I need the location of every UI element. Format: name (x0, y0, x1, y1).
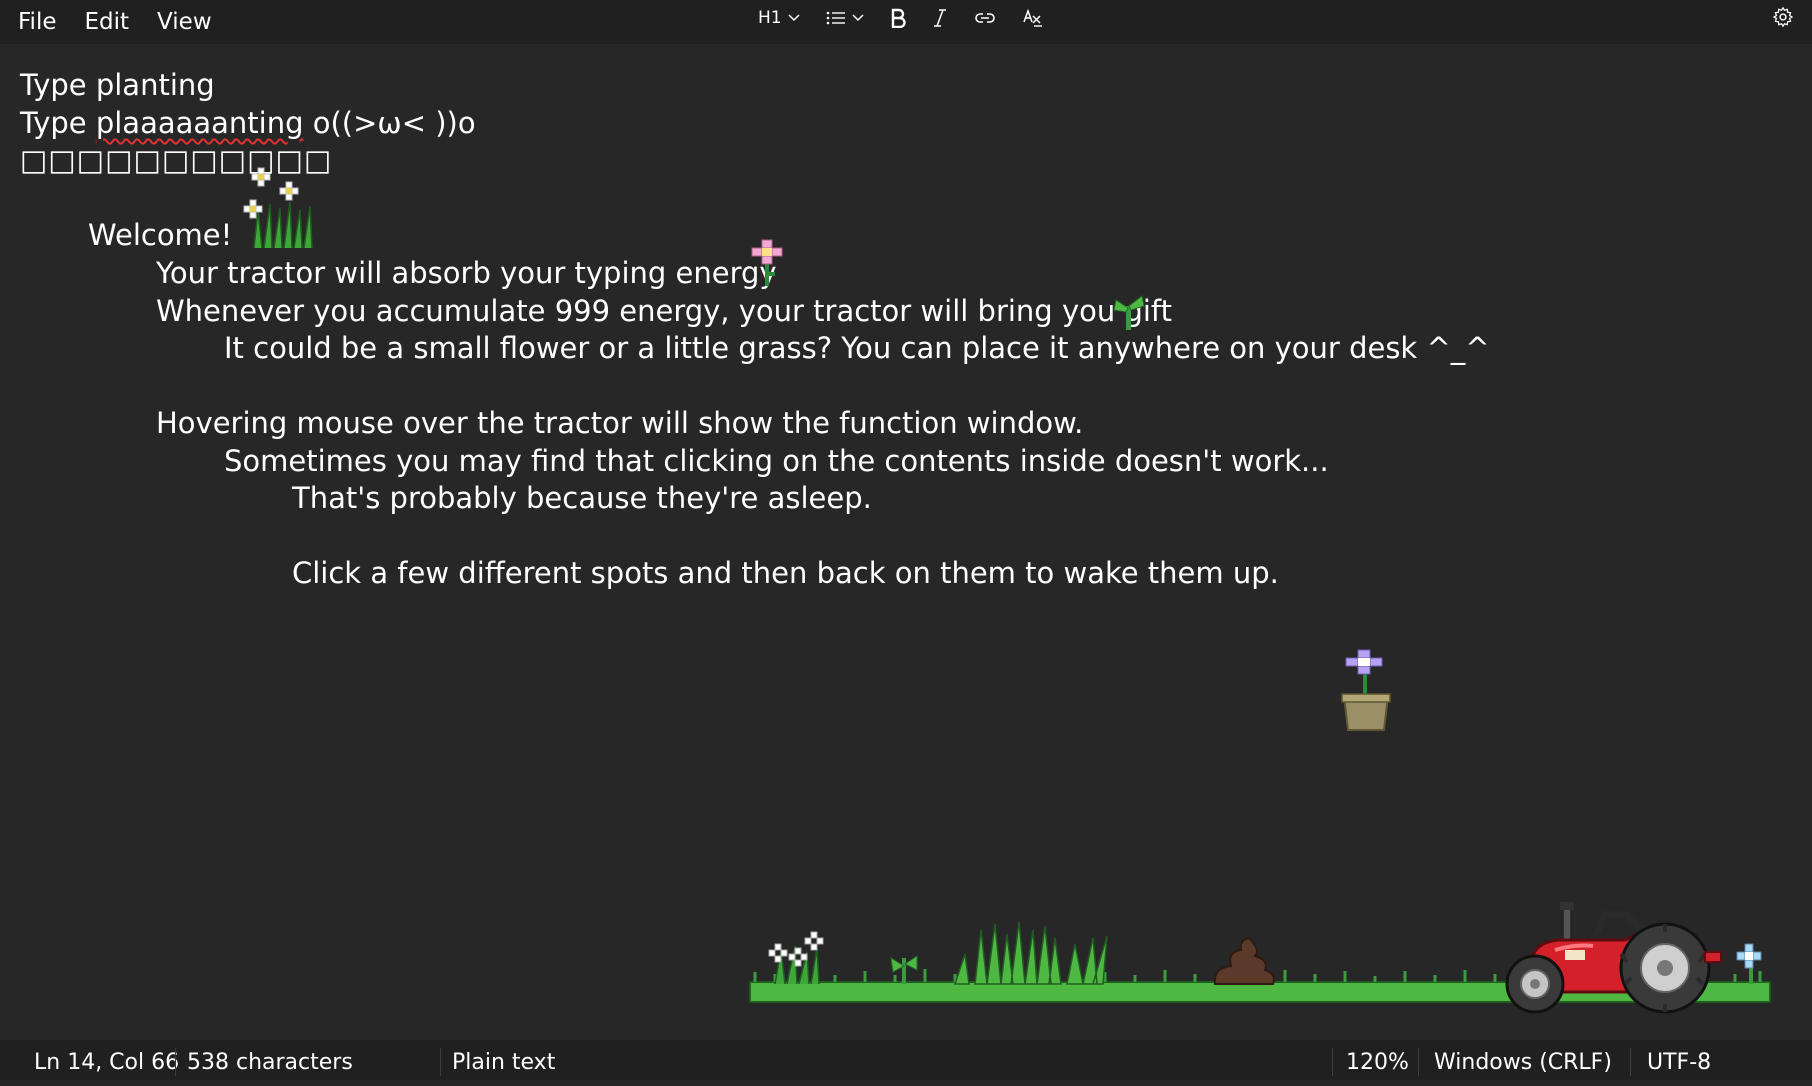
text-editor-area[interactable]: Type planting Type plaaaaaanting o((>ω< … (0, 44, 1812, 1040)
text-line-hover: Hovering mouse over the tractor will sho… (156, 406, 1084, 440)
misspelled-word[interactable]: plaaaaaanting (96, 106, 304, 140)
gear-icon (1772, 6, 1794, 28)
chevron-down-icon (788, 14, 800, 22)
status-separator (1630, 1048, 1631, 1076)
italic-button[interactable] (926, 1, 954, 35)
bold-icon (891, 8, 906, 28)
cursor-position[interactable]: Ln 14, Col 66 (34, 1040, 179, 1080)
title-bar: File Edit View H1 (0, 0, 1812, 44)
settings-button[interactable] (1772, 6, 1798, 32)
tall-grass-sprite[interactable] (953, 921, 1108, 985)
text-line-wake: Click a few different spots and then bac… (292, 556, 1279, 590)
status-separator (175, 1048, 176, 1076)
menu-bar: File Edit View (4, 2, 226, 42)
potted-flower-sprite[interactable] (1338, 646, 1394, 732)
text-line-2: Type plaaaaaanting o((>ω< ))o (20, 106, 476, 140)
text-line-asleep: That's probably because they're asleep. (292, 481, 872, 515)
link-icon (974, 13, 995, 23)
heading-dropdown[interactable]: H1 (752, 1, 806, 35)
clear-formatting-icon (1022, 8, 1042, 27)
clear-formatting-button[interactable] (1016, 1, 1050, 35)
file-format[interactable]: Plain text (452, 1040, 555, 1080)
status-separator (1332, 1048, 1333, 1076)
formatting-toolbar: H1 (752, 0, 1050, 36)
daisy-cluster-sprite[interactable] (768, 931, 824, 985)
sprout-sprite[interactable] (1112, 292, 1146, 332)
italic-icon (933, 9, 946, 27)
text-line-1: Type planting (20, 68, 215, 102)
zoom-level[interactable]: 120% (1346, 1040, 1409, 1080)
pink-flower-sprite[interactable] (750, 238, 784, 288)
menu-file[interactable]: File (4, 2, 71, 42)
text-line-accumulate: Whenever you accumulate 999 energy, your… (156, 294, 1172, 328)
line-ending[interactable]: Windows (CRLF) (1434, 1040, 1612, 1080)
menu-view[interactable]: View (143, 2, 226, 42)
text-line-welcome: Welcome! (88, 218, 233, 252)
farm-ground-scene (749, 902, 1771, 1014)
blue-flower-sprite[interactable] (1736, 943, 1762, 984)
bold-button[interactable] (884, 1, 912, 35)
encoding[interactable]: UTF-8 (1647, 1040, 1711, 1080)
poop-sprite[interactable] (1213, 936, 1275, 985)
text-line-gift: It could be a small flower or a little g… (224, 331, 1490, 365)
text-line-clicking: Sometimes you may find that clicking on … (224, 444, 1329, 478)
status-separator (440, 1048, 441, 1076)
heading-label: H1 (758, 8, 782, 28)
character-count: 538 characters (187, 1050, 353, 1075)
link-button[interactable] (968, 1, 1002, 35)
white-flowers-grass-sprite[interactable] (240, 164, 326, 250)
list-dropdown[interactable] (820, 1, 870, 35)
status-separator (1418, 1048, 1419, 1076)
menu-edit[interactable]: Edit (71, 2, 144, 42)
chevron-down-icon (852, 14, 864, 22)
bulleted-list-icon (826, 11, 845, 25)
text-line-tractor-energy: Your tractor will absorb your typing ene… (156, 256, 777, 290)
status-bar: Ln 14, Col 66 538 characters Plain text … (0, 1040, 1812, 1080)
